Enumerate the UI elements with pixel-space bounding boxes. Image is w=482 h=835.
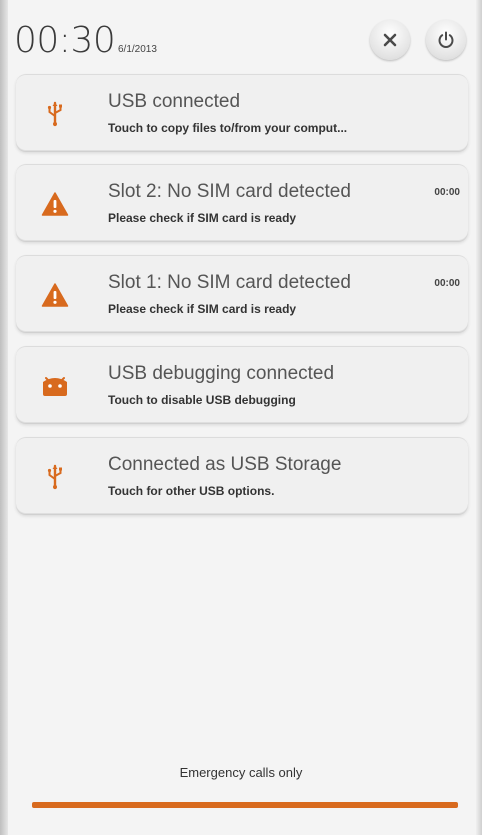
- left-edge-shadow: [0, 0, 8, 835]
- notification-usb-storage[interactable]: Connected as USB Storage Touch for other…: [16, 437, 468, 514]
- shade-header: 00:30 6/1/2013: [14, 14, 470, 68]
- usb-icon: [40, 99, 70, 129]
- shade-drag-handle[interactable]: [32, 802, 458, 808]
- power-button[interactable]: [426, 20, 466, 60]
- notification-title: Connected as USB Storage: [108, 454, 342, 475]
- notification-slot2-no-sim[interactable]: Slot 2: No SIM card detected Please chec…: [16, 164, 468, 241]
- notification-time: 00:00: [434, 278, 460, 289]
- warning-icon: [40, 280, 70, 310]
- notification-slot1-no-sim[interactable]: Slot 1: No SIM card detected Please chec…: [16, 255, 468, 332]
- notification-usb-connected[interactable]: USB connected Touch to copy files to/fro…: [16, 74, 468, 151]
- notification-shade: 00:30 6/1/2013 USB connected Touch to co…: [0, 0, 482, 835]
- notification-desc: Please check if SIM card is ready: [108, 211, 297, 225]
- notification-desc: Touch for other USB options.: [108, 484, 275, 498]
- notification-desc: Touch to disable USB debugging: [108, 393, 296, 407]
- android-debug-icon: [40, 371, 70, 401]
- notification-time: 00:00: [434, 187, 460, 198]
- notification-desc: Please check if SIM card is ready: [108, 302, 297, 316]
- usb-icon: [40, 462, 70, 492]
- right-edge-shadow: [476, 0, 482, 835]
- notification-title: USB connected: [108, 91, 241, 112]
- clock: 00:30: [14, 20, 116, 61]
- power-icon: [438, 31, 454, 48]
- notification-desc: Touch to copy files to/from your comput.…: [108, 121, 348, 135]
- notification-title: USB debugging connected: [108, 363, 335, 384]
- notification-title: Slot 1: No SIM card detected: [108, 272, 351, 293]
- warning-icon: [40, 189, 70, 219]
- close-icon: [383, 33, 397, 47]
- clear-all-button[interactable]: [370, 20, 410, 60]
- notification-title: Slot 2: No SIM card detected: [108, 181, 351, 202]
- notification-usb-debugging[interactable]: USB debugging connected Touch to disable…: [16, 346, 468, 423]
- emergency-calls-status: Emergency calls only: [179, 765, 303, 780]
- date: 6/1/2013: [118, 44, 157, 55]
